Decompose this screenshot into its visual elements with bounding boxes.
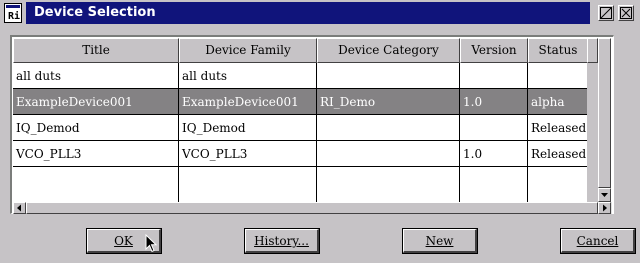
close-icon: [620, 7, 632, 19]
chevron-right-icon: [603, 204, 607, 212]
cancel-button-label: Cancel: [576, 234, 619, 248]
chevron-down-icon: [601, 193, 608, 197]
cell-device-category: [317, 115, 460, 141]
chevron-left-icon: [17, 204, 21, 212]
column-header-filler: [587, 38, 598, 63]
title-bar[interactable]: Ri Device Selection: [0, 0, 640, 26]
column-header-version[interactable]: Version: [460, 38, 528, 63]
cell-device-family: [179, 167, 317, 203]
scroll-down-button[interactable]: [598, 188, 611, 202]
terminal-window-icon[interactable]: Ri: [4, 3, 22, 23]
column-header-status[interactable]: Status: [528, 38, 588, 63]
column-header-device-family[interactable]: Device Family: [179, 38, 317, 63]
scroll-right-button[interactable]: [598, 202, 611, 214]
cell-device-family: all duts: [179, 63, 317, 89]
ok-button-label: OK: [114, 234, 133, 248]
cell-status: [528, 63, 588, 89]
cell-device-category: [317, 63, 460, 89]
window-title: Device Selection: [34, 5, 156, 20]
scroll-left-button[interactable]: [13, 202, 26, 214]
table-row-selected[interactable]: ExampleDevice001 ExampleDevice001 RI_Dem…: [13, 89, 588, 115]
vertical-scroll-track[interactable]: [598, 38, 611, 202]
horizontal-scroll-thumb[interactable]: [26, 202, 598, 214]
cell-version: [460, 63, 528, 89]
mouse-pointer-icon: [145, 234, 158, 253]
cell-title: ExampleDevice001: [13, 89, 179, 115]
maximize-button[interactable]: [598, 5, 614, 21]
table-row[interactable]: all duts all duts: [13, 63, 588, 89]
table-row-empty[interactable]: [13, 167, 588, 203]
svg-text:Ri: Ri: [8, 10, 20, 22]
cell-status: Released: [528, 141, 588, 167]
table-row[interactable]: VCO_PLL3 VCO_PLL3 1.0 Released: [13, 141, 588, 167]
maximize-icon: [600, 7, 612, 19]
cell-title: all duts: [13, 63, 179, 89]
cell-title: [13, 167, 179, 203]
cell-device-family: ExampleDevice001: [179, 89, 317, 115]
new-button-label: New: [425, 234, 454, 248]
cell-device-family: VCO_PLL3: [179, 141, 317, 167]
cell-device-family: IQ_Demod: [179, 115, 317, 141]
device-table[interactable]: Title Device Family Device Category Vers…: [10, 35, 614, 214]
cell-device-category: [317, 167, 460, 203]
cell-version: [460, 167, 528, 203]
history-button[interactable]: History...: [244, 228, 320, 254]
device-selection-dialog: Ri Device Selection Title Device Family …: [0, 0, 640, 263]
cell-version: 1.0: [460, 141, 528, 167]
cell-status: Released: [528, 115, 588, 141]
cell-status: [528, 167, 588, 203]
cell-title: VCO_PLL3: [13, 141, 179, 167]
table-row[interactable]: IQ_Demod IQ_Demod Released: [13, 115, 588, 141]
horizontal-scrollbar[interactable]: [13, 202, 612, 214]
new-button[interactable]: New: [402, 228, 478, 254]
vertical-scrollbar[interactable]: [587, 38, 611, 202]
cell-version: [460, 115, 528, 141]
column-header-title[interactable]: Title: [13, 38, 179, 63]
history-button-label: History...: [254, 234, 309, 248]
vertical-scroll-thumb[interactable]: [598, 38, 611, 188]
cell-title: IQ_Demod: [13, 115, 179, 141]
device-grid: Title Device Family Device Category Vers…: [13, 38, 588, 203]
cell-version: 1.0: [460, 89, 528, 115]
close-button[interactable]: [618, 5, 634, 21]
cell-device-category: RI_Demo: [317, 89, 460, 115]
column-header-device-category[interactable]: Device Category: [317, 38, 460, 63]
cell-status: alpha: [528, 89, 588, 115]
cell-device-category: [317, 141, 460, 167]
cancel-button[interactable]: Cancel: [560, 228, 636, 254]
